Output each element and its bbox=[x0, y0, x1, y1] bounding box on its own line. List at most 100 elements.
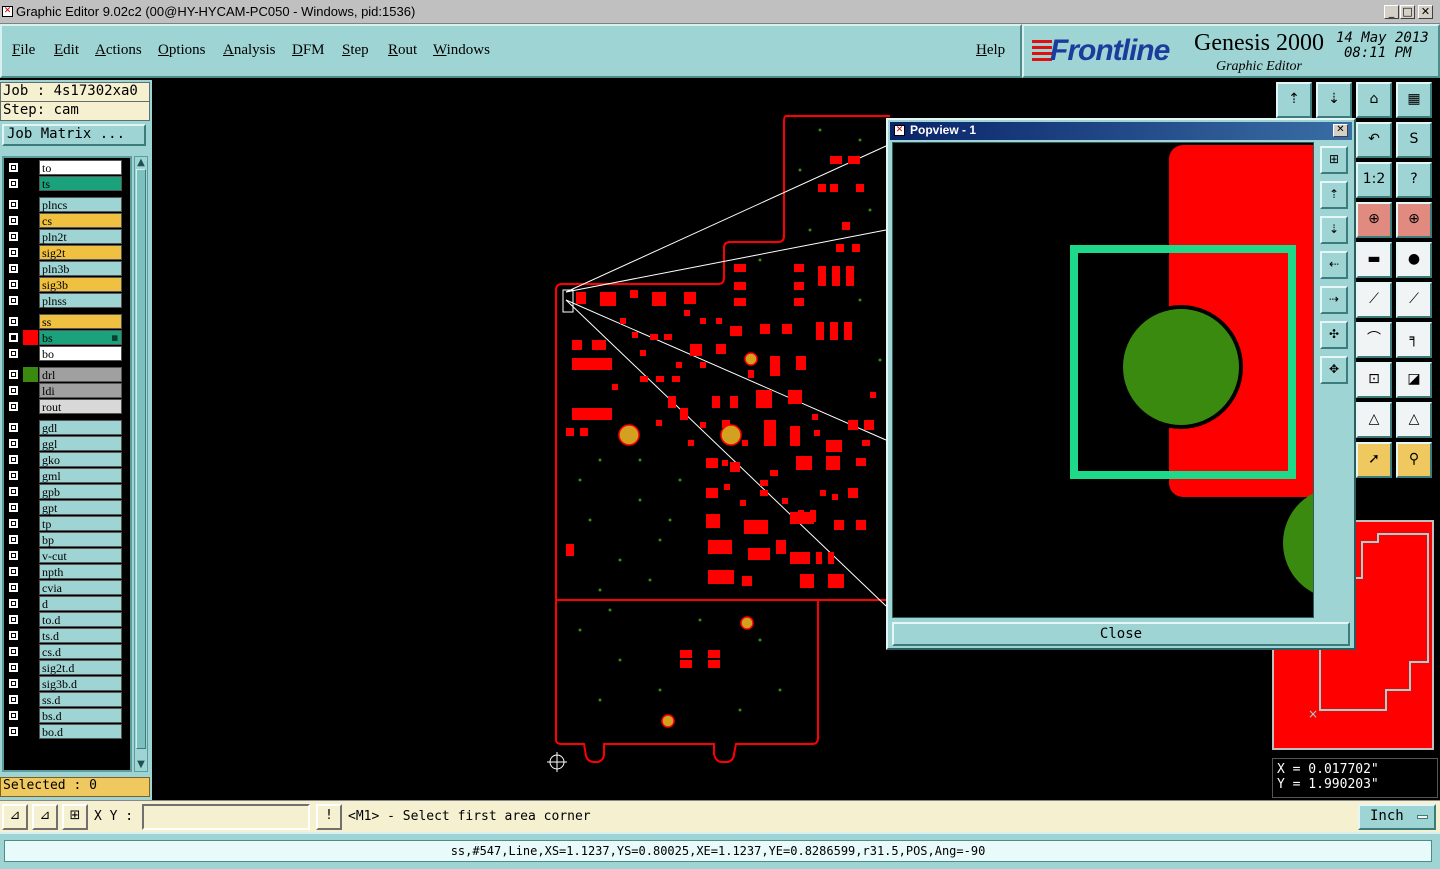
layer-checkbox[interactable] bbox=[8, 614, 19, 625]
layer-checkbox[interactable] bbox=[8, 454, 19, 465]
layer-checkbox[interactable] bbox=[8, 566, 19, 577]
ruler-icon[interactable]: ▬ bbox=[1356, 242, 1392, 278]
edit-mode-icon[interactable]: ⊿ bbox=[32, 804, 58, 830]
layer-name[interactable]: sig3b bbox=[39, 277, 122, 292]
layer-checkbox[interactable] bbox=[8, 438, 19, 449]
popview-pan-down-icon[interactable]: ⇣ bbox=[1320, 216, 1348, 244]
menu-help[interactable]: Help bbox=[976, 42, 1005, 59]
undo-icon[interactable]: ↶ bbox=[1356, 122, 1392, 158]
layer-checkbox[interactable] bbox=[8, 550, 19, 561]
layer-row-ss.d[interactable]: ss.d bbox=[4, 692, 130, 707]
arc-icon[interactable]: ⌒ bbox=[1356, 322, 1392, 358]
layer-checkbox[interactable] bbox=[8, 369, 19, 380]
layer-name[interactable]: plncs bbox=[39, 197, 122, 212]
select-pointer-icon[interactable]: ➚ bbox=[1356, 442, 1392, 478]
menu-actions[interactable]: Actions bbox=[95, 42, 142, 59]
home-icon[interactable]: ⌂ bbox=[1356, 82, 1392, 118]
help-query-icon[interactable]: ? bbox=[1396, 162, 1432, 198]
snap-icon[interactable]: S bbox=[1396, 122, 1432, 158]
layer-name[interactable]: ts.d bbox=[39, 628, 122, 643]
close-window-button[interactable]: ✕ bbox=[1418, 5, 1433, 19]
layer-row-to[interactable]: to bbox=[4, 160, 130, 175]
maximize-button[interactable]: □ bbox=[1400, 5, 1415, 19]
layer-row-plncs[interactable]: plncs bbox=[4, 197, 130, 212]
popview-close-icon[interactable]: ✕ bbox=[1333, 124, 1348, 137]
layer-checkbox[interactable] bbox=[8, 630, 19, 641]
layer-name[interactable]: bs ▦ bbox=[39, 330, 122, 345]
layer-name[interactable]: ts bbox=[39, 176, 122, 191]
layer-row-gml[interactable]: gml bbox=[4, 468, 130, 483]
layer-row-rout[interactable]: rout bbox=[4, 399, 130, 414]
layer-row-gko[interactable]: gko bbox=[4, 452, 130, 467]
layer-name[interactable]: gpb bbox=[39, 484, 122, 499]
layer-name[interactable]: cs bbox=[39, 213, 122, 228]
snap-mode-icon[interactable]: ⊿ bbox=[2, 804, 28, 830]
layer-name[interactable]: sig2t bbox=[39, 245, 122, 260]
layer-checkbox[interactable] bbox=[8, 279, 19, 290]
layer-name[interactable]: rout bbox=[39, 399, 122, 414]
layer-checkbox[interactable] bbox=[8, 295, 19, 306]
angle-measure-icon[interactable]: △ bbox=[1396, 402, 1432, 438]
layer-name[interactable]: v-cut bbox=[39, 548, 122, 563]
popview-zoom-icon[interactable]: ⊞ bbox=[1320, 146, 1348, 174]
layer-name[interactable]: ldi bbox=[39, 383, 122, 398]
layer-checkbox[interactable] bbox=[8, 215, 19, 226]
layer-name[interactable]: ss.d bbox=[39, 692, 122, 707]
layer-row-bs[interactable]: bs ▦ bbox=[4, 330, 130, 345]
measure-pair-icon[interactable]: ⊕ bbox=[1396, 202, 1432, 238]
move-down-icon[interactable]: ⇣ bbox=[1316, 82, 1352, 118]
layer-name[interactable]: drl bbox=[39, 367, 122, 382]
popview-fit-icon[interactable]: ✣ bbox=[1320, 321, 1348, 349]
layer-row-pln2t[interactable]: pln2t bbox=[4, 229, 130, 244]
select-net-icon[interactable]: ⚲ bbox=[1396, 442, 1432, 478]
layer-row-ts.d[interactable]: ts.d bbox=[4, 628, 130, 643]
layer-checkbox[interactable] bbox=[8, 534, 19, 545]
menu-dfm[interactable]: DFM bbox=[292, 42, 325, 59]
layer-name[interactable]: pln3b bbox=[39, 261, 122, 276]
layer-name[interactable]: npth bbox=[39, 564, 122, 579]
popview-canvas[interactable] bbox=[892, 142, 1314, 618]
layer-checkbox[interactable] bbox=[8, 401, 19, 412]
layer-name[interactable]: cvia bbox=[39, 580, 122, 595]
layer-name[interactable]: sig2t.d bbox=[39, 660, 122, 675]
scroll-thumb[interactable] bbox=[136, 169, 146, 749]
layer-name[interactable]: gdl bbox=[39, 420, 122, 435]
layer-row-cs[interactable]: cs bbox=[4, 213, 130, 228]
layer-name[interactable]: gml bbox=[39, 468, 122, 483]
layer-name[interactable]: tp bbox=[39, 516, 122, 531]
line-edit-icon[interactable]: ⟋ bbox=[1396, 282, 1432, 318]
layer-row-bp[interactable]: bp bbox=[4, 532, 130, 547]
layer-checkbox[interactable] bbox=[8, 486, 19, 497]
layer-row-v-cut[interactable]: v-cut bbox=[4, 548, 130, 563]
shapes-icon[interactable]: ◪ bbox=[1396, 362, 1432, 398]
popview-titlebar[interactable]: ✕ Popview - 1 ✕ bbox=[890, 122, 1352, 140]
layer-row-sig2t[interactable]: sig2t bbox=[4, 245, 130, 260]
layer-checkbox[interactable] bbox=[8, 422, 19, 433]
layer-row-bs.d[interactable]: bs.d bbox=[4, 708, 130, 723]
layer-checkbox[interactable] bbox=[8, 598, 19, 609]
line-add-icon[interactable]: ⟋ bbox=[1356, 282, 1392, 318]
popview-pan-up-icon[interactable]: ⇡ bbox=[1320, 181, 1348, 209]
move-up-icon[interactable]: ⇡ bbox=[1276, 82, 1312, 118]
layer-row-drl[interactable]: drl bbox=[4, 367, 130, 382]
layer-row-sig2t.d[interactable]: sig2t.d bbox=[4, 660, 130, 675]
layer-row-gpb[interactable]: gpb bbox=[4, 484, 130, 499]
fit-icon[interactable]: ⊡ bbox=[1356, 362, 1392, 398]
layer-row-ggl[interactable]: ggl bbox=[4, 436, 130, 451]
layer-checkbox[interactable] bbox=[8, 502, 19, 513]
layer-scrollbar[interactable]: ▲ ▼ bbox=[134, 156, 148, 772]
layer-name[interactable]: to.d bbox=[39, 612, 122, 627]
layer-row-cvia[interactable]: cvia bbox=[4, 580, 130, 595]
layer-checkbox[interactable] bbox=[8, 332, 19, 343]
scroll-down-icon[interactable]: ▼ bbox=[135, 759, 147, 771]
layer-checkbox[interactable] bbox=[8, 678, 19, 689]
layer-checkbox[interactable] bbox=[8, 710, 19, 721]
layer-checkbox[interactable] bbox=[8, 178, 19, 189]
measure-icon[interactable]: ⊕ bbox=[1356, 202, 1392, 238]
layer-name[interactable]: gpt bbox=[39, 500, 122, 515]
layer-checkbox[interactable] bbox=[8, 646, 19, 657]
angle-icon[interactable]: △ bbox=[1356, 402, 1392, 438]
popview-pan-right-icon[interactable]: ⇢ bbox=[1320, 286, 1348, 314]
layer-checkbox[interactable] bbox=[8, 231, 19, 242]
layer-name[interactable]: to bbox=[39, 160, 122, 175]
